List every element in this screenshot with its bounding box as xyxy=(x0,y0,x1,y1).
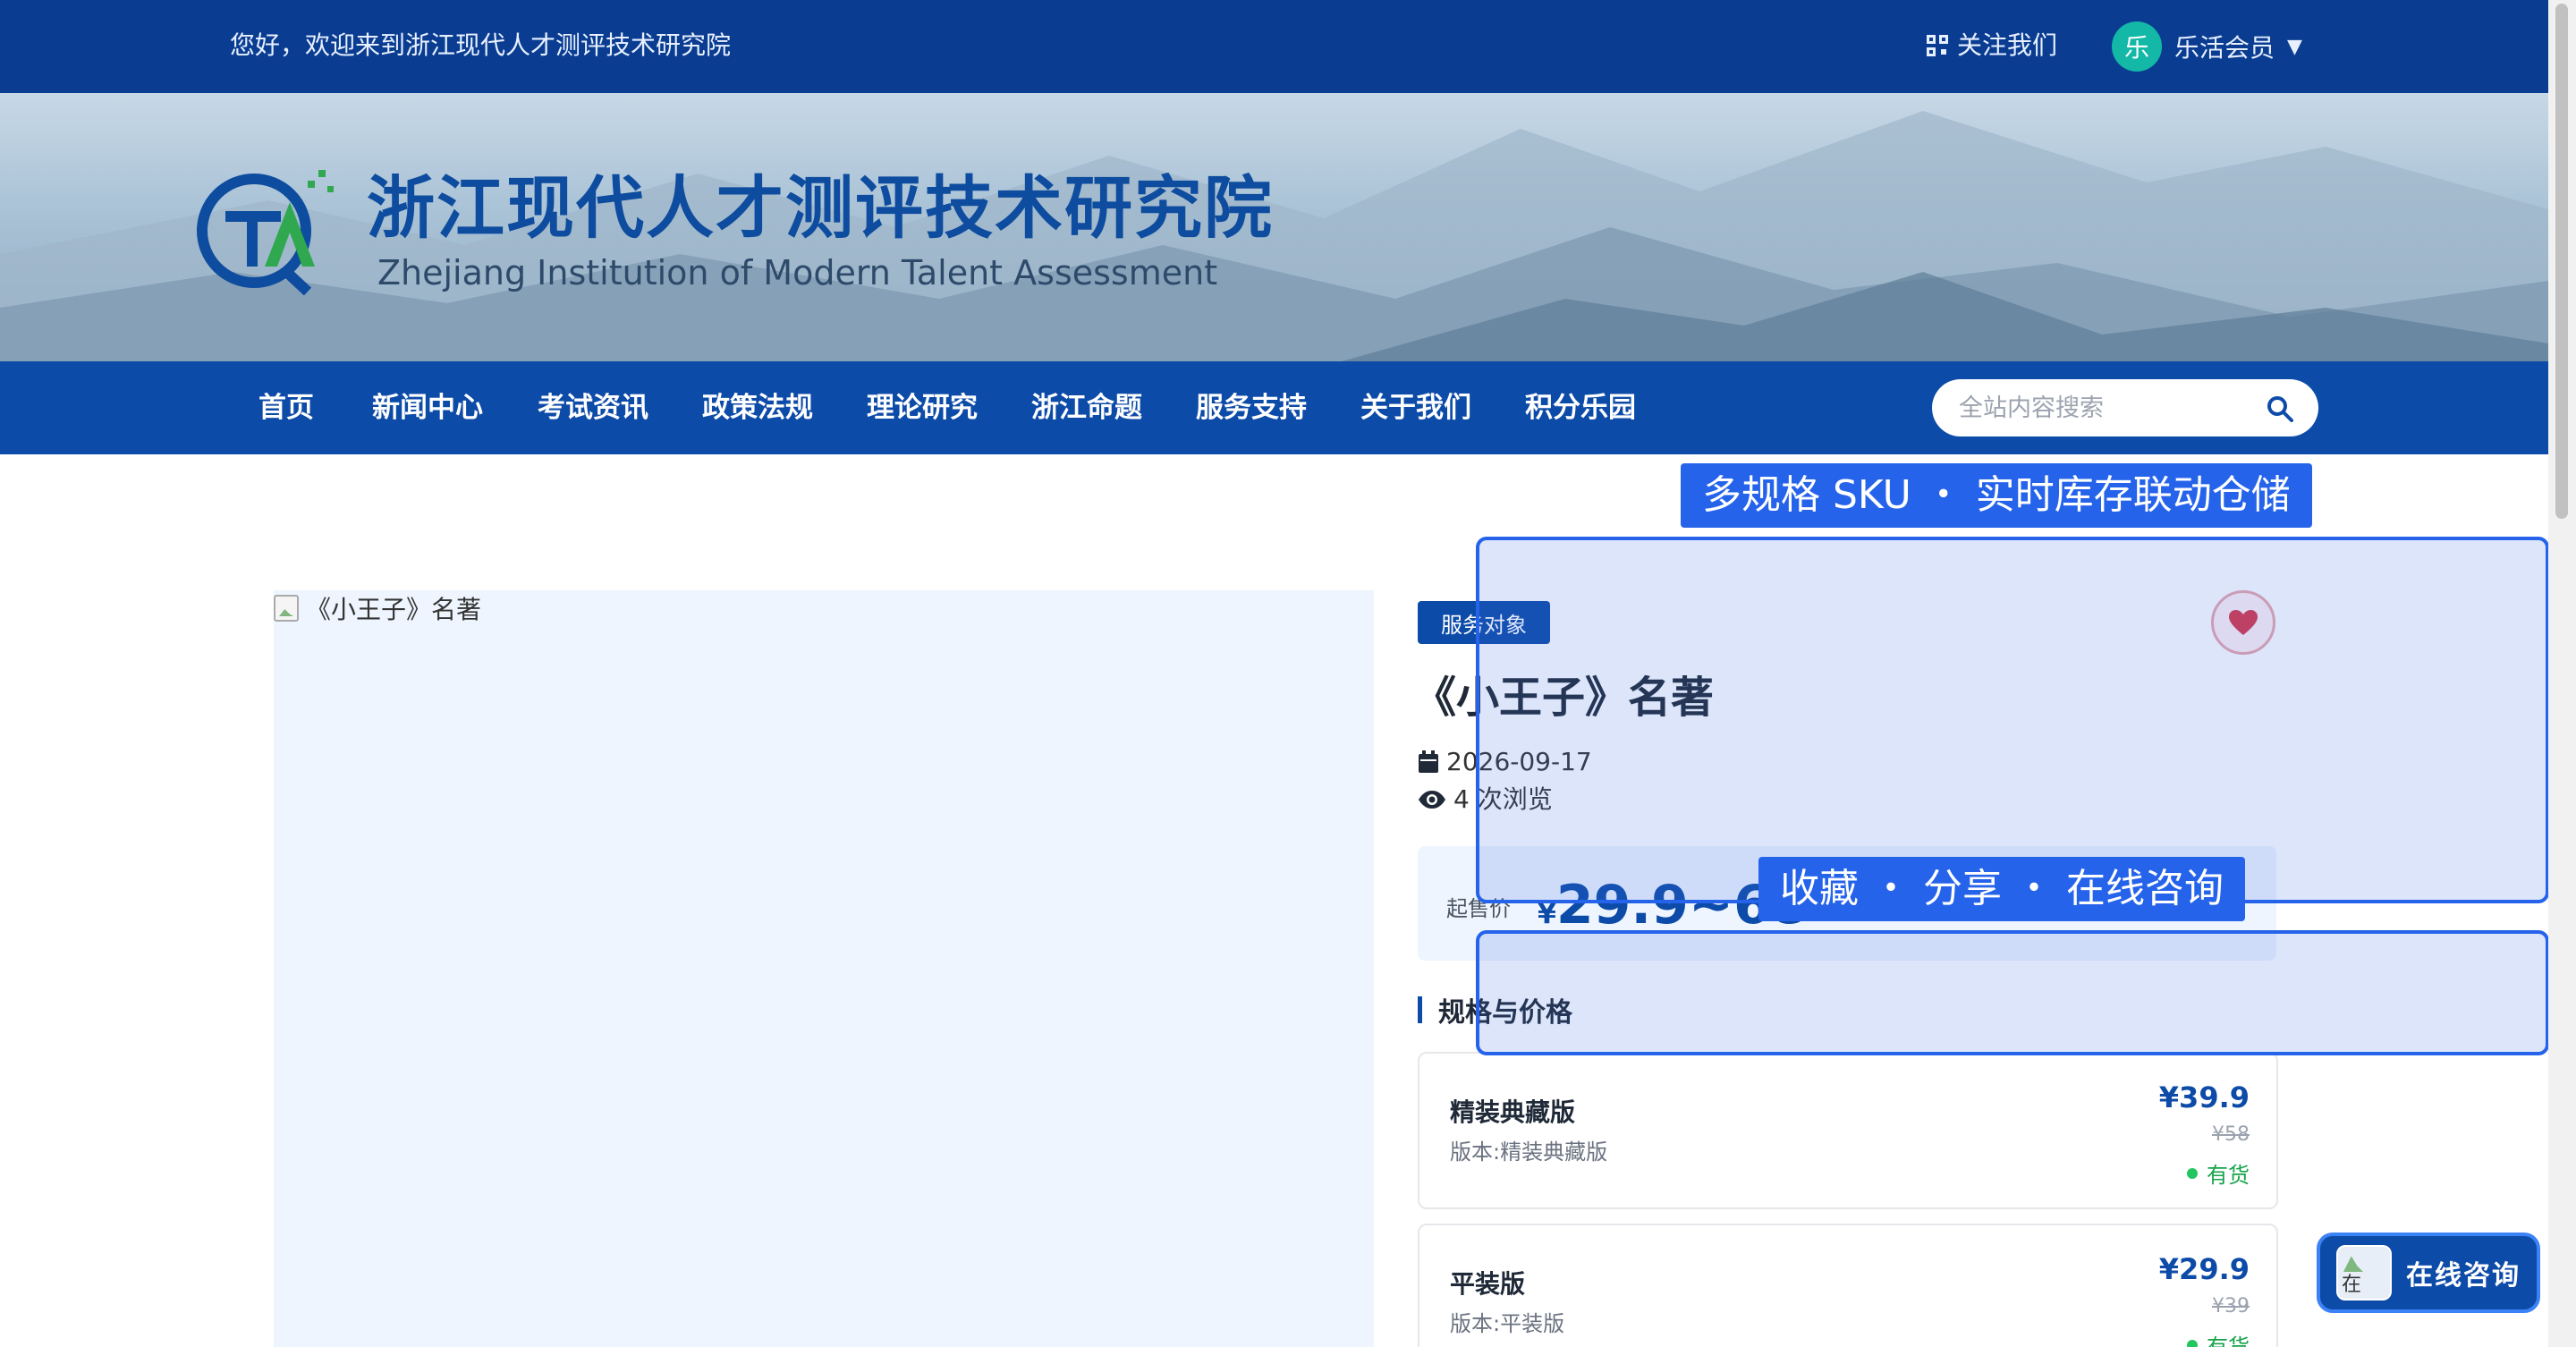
page-scrollbar[interactable] xyxy=(2548,0,2576,1347)
sku-name: 精装典藏版 xyxy=(1450,1097,1576,1127)
site-search xyxy=(1932,379,2318,436)
site-title: 浙江现代人才测评技术研究院 xyxy=(367,168,1274,248)
consult-label: 在线咨询 xyxy=(2406,1260,2521,1292)
sku-desc: 版本:精装典藏版 xyxy=(1450,1139,1608,1165)
sku-price: ¥39.9 xyxy=(2158,1080,2250,1114)
consult-icon-alt: 在 xyxy=(2342,1274,2362,1296)
price-currency: ¥ xyxy=(1538,899,1556,930)
sku-stock-label: 有货 xyxy=(2207,1334,2250,1347)
nav-item-research[interactable]: 理论研究 xyxy=(867,388,978,428)
sku-stock: 有货 xyxy=(2187,1329,2250,1347)
heading-accent xyxy=(1418,996,1422,1023)
stock-dot-icon xyxy=(2187,1339,2198,1347)
broken-image-icon xyxy=(274,595,299,622)
product-image-alt: 《小王子》名著 xyxy=(306,595,482,624)
nav-item-policy[interactable]: 政策法规 xyxy=(702,388,813,428)
header-banner: 浙江现代人才测评技术研究院 Zhejiang Institution of Mo… xyxy=(0,93,2548,361)
sku-desc: 版本:平装版 xyxy=(1450,1311,1565,1336)
consult-icon: 在 xyxy=(2336,1245,2392,1300)
calendar-icon xyxy=(1419,750,1438,773)
product-image: 《小王子》名著 xyxy=(274,590,481,626)
scrollbar-thumb[interactable] xyxy=(2555,4,2568,519)
follow-us-link[interactable]: 关注我们 xyxy=(1927,30,2057,62)
sku-price: ¥29.9 xyxy=(2158,1252,2250,1286)
sku-stock: 有货 xyxy=(2187,1157,2250,1189)
feature-highlight-box xyxy=(1476,930,2549,1055)
sku-option[interactable]: 精装典藏版 版本:精装典藏版 ¥39.9 ¥58 有货 xyxy=(1418,1052,2278,1209)
caret-down-icon: ▼ xyxy=(2287,35,2302,58)
member-label: 乐活会员 xyxy=(2174,33,2275,63)
search-input[interactable] xyxy=(1959,390,2254,426)
sku-stock-label: 有货 xyxy=(2207,1163,2250,1188)
welcome-text: 您好，欢迎来到浙江现代人才测评技术研究院 xyxy=(230,30,732,60)
follow-us-label: 关注我们 xyxy=(1957,30,2058,60)
nav-item-about[interactable]: 关于我们 xyxy=(1360,388,1471,428)
nav-item-news[interactable]: 新闻中心 xyxy=(372,388,483,428)
feature-highlight-box xyxy=(1476,537,2549,903)
logo-icon xyxy=(197,170,334,295)
nav-item-services[interactable]: 服务支持 xyxy=(1196,388,1307,428)
sku-name: 平装版 xyxy=(1450,1269,1526,1299)
product-image-panel xyxy=(274,590,1374,1347)
nav-item-zhejiang[interactable]: 浙江命题 xyxy=(1031,388,1142,428)
eye-icon xyxy=(1419,791,1445,809)
online-consult-button[interactable]: 在 在线咨询 xyxy=(2317,1233,2540,1313)
qr-code-icon xyxy=(1927,35,1948,56)
stock-dot-icon xyxy=(2187,1167,2198,1179)
feature-label-sku: 多规格 SKU ・ 实时库存联动仓储 xyxy=(1681,463,2312,528)
nav-item-points[interactable]: 积分乐园 xyxy=(1525,388,1636,428)
nav-item-home[interactable]: 首页 xyxy=(258,388,314,428)
sku-option[interactable]: 平装版 版本:平装版 ¥29.9 ¥39 有货 xyxy=(1418,1224,2278,1347)
member-menu[interactable]: 乐 乐活会员 ▼ xyxy=(2112,21,2302,72)
search-icon[interactable] xyxy=(2267,395,2293,422)
site-subtitle: Zhejiang Institution of Modern Talent As… xyxy=(377,253,1218,292)
avatar: 乐 xyxy=(2112,21,2162,72)
feature-label-actions: 收藏 ・ 分享 ・ 在线咨询 xyxy=(1758,857,2245,921)
sku-original-price: ¥58 xyxy=(2212,1123,2250,1146)
sku-original-price: ¥39 xyxy=(2212,1295,2250,1317)
nav-item-exams[interactable]: 考试资讯 xyxy=(538,388,648,428)
top-bar: 您好，欢迎来到浙江现代人才测评技术研究院 关注我们 乐 乐活会员 ▼ xyxy=(0,0,2548,93)
